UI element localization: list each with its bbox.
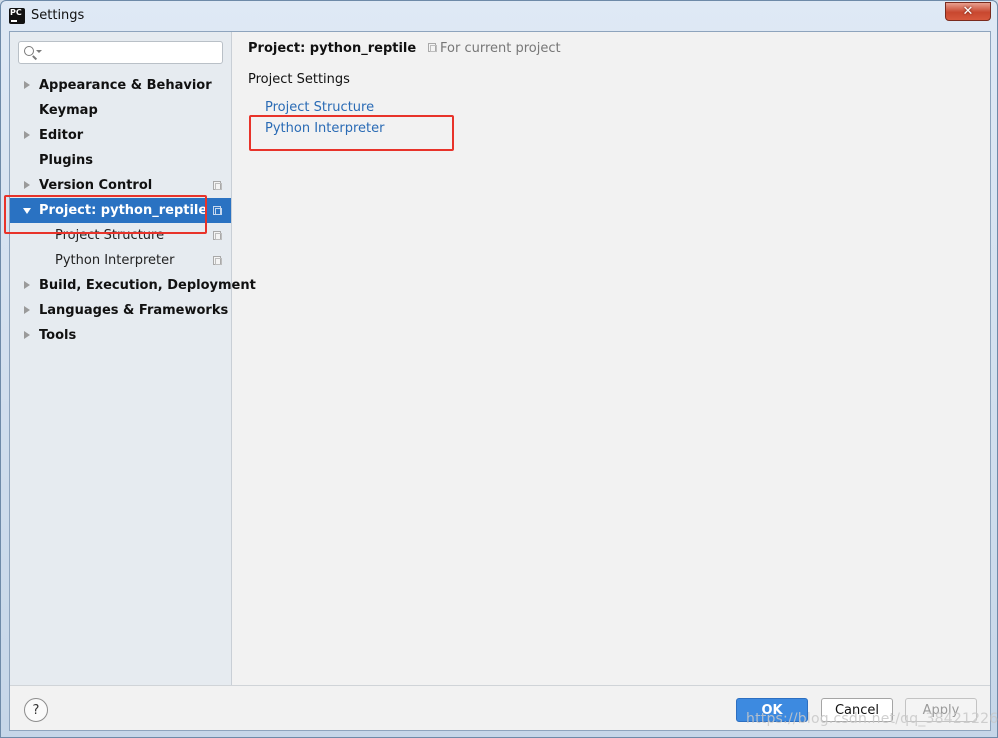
expand-arrow-icon[interactable] — [24, 131, 30, 139]
close-icon: ✕ — [962, 4, 974, 19]
project-scope-icon — [428, 43, 437, 52]
dialog-client-area: Appearance & Behavior Keymap Editor Plug… — [9, 31, 991, 731]
project-structure-link[interactable]: Project Structure — [265, 100, 374, 115]
tree-item-editor[interactable]: Editor — [10, 123, 231, 148]
tree-item-label: Python Interpreter — [55, 253, 175, 268]
tree-item-plugins[interactable]: Plugins — [10, 148, 231, 173]
tree-item-label: Tools — [39, 328, 77, 343]
tree-item-label: Plugins — [39, 153, 93, 168]
project-scope-icon — [213, 231, 222, 240]
page-title: Project: python_reptile — [248, 41, 417, 56]
tree-item-label: Build, Execution, Deployment — [39, 278, 256, 293]
tree-item-tools[interactable]: Tools — [10, 323, 231, 348]
expand-arrow-icon[interactable] — [24, 306, 30, 314]
watermark-text: https://blog.csdn.net/qq_38421226 — [746, 711, 998, 727]
expand-arrow-icon[interactable] — [24, 281, 30, 289]
tree-item-python-interpreter[interactable]: Python Interpreter — [10, 248, 231, 273]
expand-arrow-icon[interactable] — [24, 331, 30, 339]
tree-item-keymap[interactable]: Keymap — [10, 98, 231, 123]
section-title: Project Settings — [248, 72, 350, 87]
title-bar: PC Settings ✕ — [1, 1, 997, 31]
expand-arrow-icon[interactable] — [24, 81, 30, 89]
project-scope-icon — [213, 181, 222, 190]
annotation-box-python-interpreter — [249, 115, 454, 151]
tree-item-appearance-behavior[interactable]: Appearance & Behavior — [10, 73, 231, 98]
tree-item-build-execution-deployment[interactable]: Build, Execution, Deployment — [10, 273, 256, 298]
close-button[interactable]: ✕ — [945, 2, 991, 21]
annotation-box-project — [4, 195, 207, 234]
tree-item-label: Languages & Frameworks — [39, 303, 229, 318]
search-input[interactable] — [18, 41, 223, 64]
pycharm-app-icon: PC — [9, 8, 25, 24]
expand-arrow-icon[interactable] — [24, 181, 30, 189]
search-icon — [24, 46, 34, 56]
project-scope-icon — [213, 206, 222, 215]
project-scope-icon — [213, 256, 222, 265]
window-title: Settings — [31, 8, 85, 23]
tree-item-label: Editor — [39, 128, 84, 143]
settings-window: PC Settings ✕ Appearance & Behavior Keym… — [0, 0, 998, 738]
tree-item-languages-frameworks[interactable]: Languages & Frameworks — [10, 298, 231, 323]
tree-item-label: Keymap — [39, 103, 98, 118]
scope-label: For current project — [440, 41, 561, 56]
tree-item-label: Appearance & Behavior — [39, 78, 212, 93]
search-dropdown-caret-icon[interactable] — [36, 50, 42, 53]
settings-sidebar: Appearance & Behavior Keymap Editor Plug… — [10, 32, 256, 685]
help-button[interactable]: ? — [24, 698, 48, 722]
